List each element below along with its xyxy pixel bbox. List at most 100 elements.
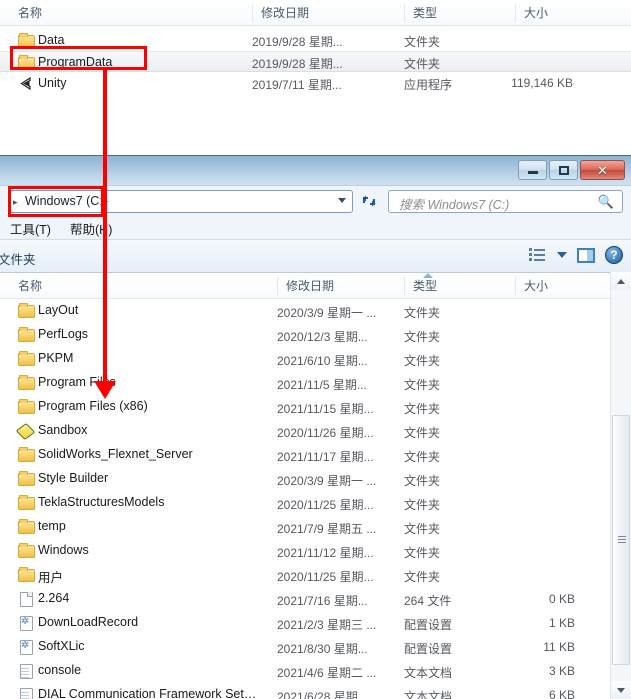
- window-titlebar: ✕: [0, 156, 631, 186]
- command-bar: 新建文件夹 ?: [0, 239, 631, 273]
- table-row[interactable]: console 2021/4/6 星期二 ... 文本文档 3 KB: [0, 659, 610, 683]
- table-row[interactable]: Program Files (x86) 2021/11/15 星期... 文件夹: [0, 395, 610, 419]
- table-row[interactable]: Program Files 2021/11/5 星期... 文件夹: [0, 371, 610, 395]
- file-date: 2019/9/28 星期...: [252, 57, 343, 71]
- table-row[interactable]: DownLoadRecord 2021/2/3 星期三 ... 配置设置 1 KB: [0, 611, 610, 635]
- file-name: Data: [38, 33, 65, 47]
- file-date: 2020/11/26 星期...: [277, 426, 374, 440]
- column-header-name[interactable]: 名称: [10, 4, 252, 22]
- table-row[interactable]: Data 2019/9/28 星期... 文件夹: [0, 30, 631, 51]
- table-row[interactable]: Sandbox 2020/11/26 星期... 文件夹: [0, 419, 610, 443]
- maximize-icon: [558, 165, 569, 175]
- flow-arrow-shaft: [103, 70, 107, 382]
- new-folder-button[interactable]: 新建文件夹: [0, 249, 36, 268]
- column-header-date[interactable]: 修改日期: [252, 4, 404, 22]
- file-type: 文本文档: [404, 690, 453, 699]
- column-header-size[interactable]: 大小: [515, 4, 611, 22]
- file-name: SoftXLic: [38, 639, 85, 653]
- scrollbar-thumb[interactable]: [612, 415, 630, 665]
- file-date: 2021/11/17 星期...: [277, 450, 374, 464]
- scroll-up-button[interactable]: [611, 272, 631, 290]
- flow-arrow-head-icon: [94, 381, 116, 399]
- file-name: 2.264: [38, 591, 70, 605]
- chevron-up-icon: [617, 278, 625, 284]
- folder-icon: [18, 303, 35, 318]
- background-explorer-window: 名称 修改日期 类型 大小 Data 2019/9/28 星期... 文件夹 P…: [0, 0, 631, 155]
- sort-ascending-icon: [423, 273, 433, 278]
- file-size: 1 KB: [548, 616, 575, 630]
- close-button[interactable]: ✕: [580, 160, 625, 180]
- file-date: 2020/11/25 星期...: [277, 498, 374, 512]
- table-row[interactable]: SolidWorks_Flexnet_Server 2021/11/17 星期..…: [0, 443, 610, 467]
- menu-item-tools[interactable]: 工具(T): [10, 219, 51, 238]
- table-row[interactable]: 2.264 2021/7/16 星期... 264 文件 0 KB: [0, 587, 610, 611]
- table-row[interactable]: 用户 2020/11/25 星期... 文件夹: [0, 563, 610, 587]
- file-type: 文件夹: [404, 522, 441, 536]
- file-size: 3 KB: [548, 664, 575, 678]
- close-icon: ✕: [597, 162, 608, 178]
- view-dropdown-caret-icon[interactable]: [557, 252, 567, 258]
- file-name: SolidWorks_Flexnet_Server: [38, 447, 193, 461]
- help-icon[interactable]: ?: [605, 246, 623, 264]
- refresh-button[interactable]: [357, 190, 382, 213]
- folder-icon: [18, 375, 35, 390]
- address-bar-row: ▸ Windows7 (C:) ▸ 搜索 Windows7 (C:) 🔍: [0, 187, 631, 217]
- column-header-type[interactable]: 类型: [404, 277, 515, 295]
- file-type: 文件夹: [404, 57, 441, 71]
- file-name: ProgramData: [38, 55, 113, 69]
- folder-icon: [18, 543, 35, 558]
- screenshot-root: 名称 修改日期 类型 大小 Data 2019/9/28 星期... 文件夹 P…: [0, 0, 631, 699]
- config-icon: [18, 639, 34, 655]
- table-row[interactable]: TeklaStructuresModels 2020/11/25 星期... 文件夹: [0, 491, 610, 515]
- file-icon: [18, 591, 34, 607]
- table-row[interactable]: Windows 2021/11/12 星期... 文件夹: [0, 539, 610, 563]
- folder-icon: [18, 567, 35, 582]
- file-date: 2021/4/6 星期二 ...: [277, 666, 377, 680]
- table-row[interactable]: Style Builder 2020/3/9 星期一 ... 文件夹: [0, 467, 610, 491]
- column-header-type[interactable]: 类型: [404, 4, 515, 22]
- file-date: 2021/8/30 星期...: [277, 642, 368, 656]
- column-header-name[interactable]: 名称: [10, 277, 277, 295]
- table-row[interactable]: temp 2021/7/9 星期五 ... 文件夹: [0, 515, 610, 539]
- file-size: 6 KB: [548, 688, 575, 699]
- file-type: 文件夹: [404, 354, 441, 368]
- table-row[interactable]: DIAL Communication Framework Set… 2021/6/…: [0, 683, 610, 699]
- table-row[interactable]: ProgramData 2019/9/28 星期... 文件夹: [0, 51, 631, 72]
- table-row[interactable]: Unity 2019/7/11 星期... 应用程序 119,146 KB: [0, 73, 631, 94]
- breadcrumb-back-icon[interactable]: ▸: [13, 197, 18, 208]
- breadcrumb-path[interactable]: Windows7 (C:): [25, 194, 107, 208]
- column-header-size[interactable]: 大小: [515, 277, 595, 295]
- file-type: 配置设置: [404, 642, 453, 656]
- preview-pane-icon[interactable]: [577, 247, 595, 263]
- folder-icon: [18, 327, 35, 342]
- file-name: LayOut: [38, 303, 79, 317]
- search-icon[interactable]: 🔍: [598, 194, 614, 210]
- minimize-button[interactable]: [518, 160, 547, 180]
- file-type: 应用程序: [404, 78, 453, 92]
- explorer-window: ✕ ▸ Windows7 (C:) ▸ 搜索 Windows7 (C:): [0, 155, 631, 699]
- file-list[interactable]: LayOut 2020/3/9 星期一 ... 文件夹 PerfLogs 2020/12…: [0, 299, 610, 699]
- table-row[interactable]: PKPM 2021/6/10 星期... 文件夹: [0, 347, 610, 371]
- file-type: 文件夹: [404, 35, 441, 49]
- chevron-down-icon[interactable]: [338, 198, 346, 203]
- maximize-button[interactable]: [549, 160, 578, 180]
- folder-icon: [18, 399, 35, 414]
- file-date: 2020/12/3 星期...: [277, 330, 368, 344]
- file-type: 文件夹: [404, 426, 441, 440]
- column-header-date[interactable]: 修改日期: [277, 277, 404, 295]
- table-row[interactable]: SoftXLic 2021/8/30 星期... 配置设置 11 KB: [0, 635, 610, 659]
- search-input[interactable]: 搜索 Windows7 (C:): [399, 194, 509, 213]
- search-box[interactable]: 搜索 Windows7 (C:) 🔍: [388, 190, 623, 213]
- table-row[interactable]: PerfLogs 2020/12/3 星期... 文件夹: [0, 323, 610, 347]
- file-list-header: 名称 修改日期 类型 大小: [0, 273, 631, 299]
- file-date: 2021/7/9 星期五 ...: [277, 522, 377, 536]
- scroll-down-button[interactable]: [611, 681, 631, 699]
- file-date: 2021/7/16 星期...: [277, 594, 368, 608]
- background-file-rows: Data 2019/9/28 星期... 文件夹 ProgramData 201…: [0, 26, 631, 155]
- address-bar[interactable]: ▸ Windows7 (C:) ▸: [8, 190, 353, 213]
- window-controls: ✕: [518, 160, 625, 180]
- view-list-icon[interactable]: [529, 247, 547, 263]
- chevron-down-icon: [617, 687, 625, 693]
- vertical-scrollbar[interactable]: [610, 272, 631, 699]
- table-row[interactable]: LayOut 2020/3/9 星期一 ... 文件夹: [0, 299, 610, 323]
